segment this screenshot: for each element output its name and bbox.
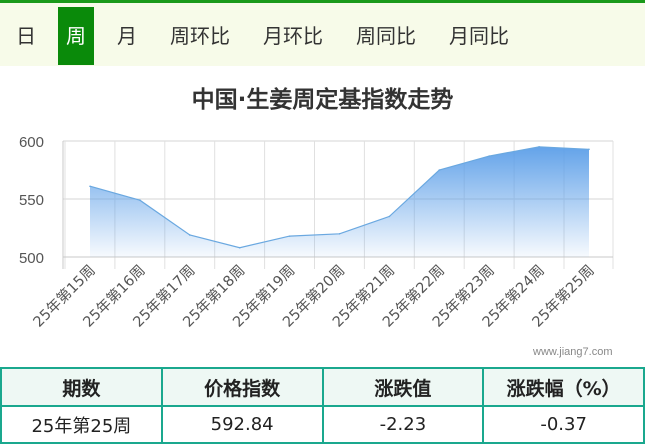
chart-title: 中国·生姜周定基指数走势 xyxy=(191,87,454,113)
cell-price-index: 592.84 xyxy=(160,405,324,444)
period-tab-bar: 日 周 月 周环比 月环比 周同比 月同比 xyxy=(0,0,645,66)
y-tick-label: 600 xyxy=(19,134,44,151)
watermark: www.jiang7.com xyxy=(533,346,613,358)
tab-month-year-on-year[interactable]: 月同比 xyxy=(442,7,516,65)
header-change-percent: 涨跌幅（%） xyxy=(482,367,645,407)
summary-table-row: 25年第25周 592.84 -2.23 -0.37 xyxy=(0,405,645,444)
header-change-value: 涨跌值 xyxy=(321,367,485,407)
data-point xyxy=(89,185,91,188)
tab-day[interactable]: 日 xyxy=(12,7,40,65)
header-price-index: 价格指数 xyxy=(160,367,324,407)
cell-change-value: -2.23 xyxy=(321,405,485,444)
header-period: 期数 xyxy=(0,367,163,407)
data-point xyxy=(538,146,540,148)
cell-change-percent: -0.37 xyxy=(482,405,645,444)
tab-month[interactable]: 月 xyxy=(113,7,141,65)
index-trend-chart: 50055060025年第15周25年第16周25年第17周25年第18周25年… xyxy=(19,134,614,331)
data-point xyxy=(488,155,491,157)
data-point xyxy=(288,235,291,237)
summary-table-header-row: 期数 价格指数 涨跌值 涨跌幅（%） xyxy=(0,367,645,407)
data-point xyxy=(238,246,241,249)
data-point xyxy=(438,169,441,171)
tab-week[interactable]: 周 xyxy=(58,7,94,65)
data-point xyxy=(338,233,341,235)
tab-month-on-month[interactable]: 月环比 xyxy=(256,7,330,65)
tab-week-year-on-year[interactable]: 周同比 xyxy=(349,7,423,65)
data-point xyxy=(189,234,191,236)
data-point xyxy=(588,148,590,151)
y-tick-label: 550 xyxy=(19,192,44,209)
summary-table: 期数 价格指数 涨跌值 涨跌幅（%） 25年第25周 592.84 -2.23 … xyxy=(0,367,645,444)
cell-period: 25年第25周 xyxy=(0,405,163,444)
data-point xyxy=(139,199,141,201)
tab-week-on-week[interactable]: 周环比 xyxy=(163,7,237,65)
data-point xyxy=(388,215,391,218)
y-tick-label: 500 xyxy=(19,250,44,267)
